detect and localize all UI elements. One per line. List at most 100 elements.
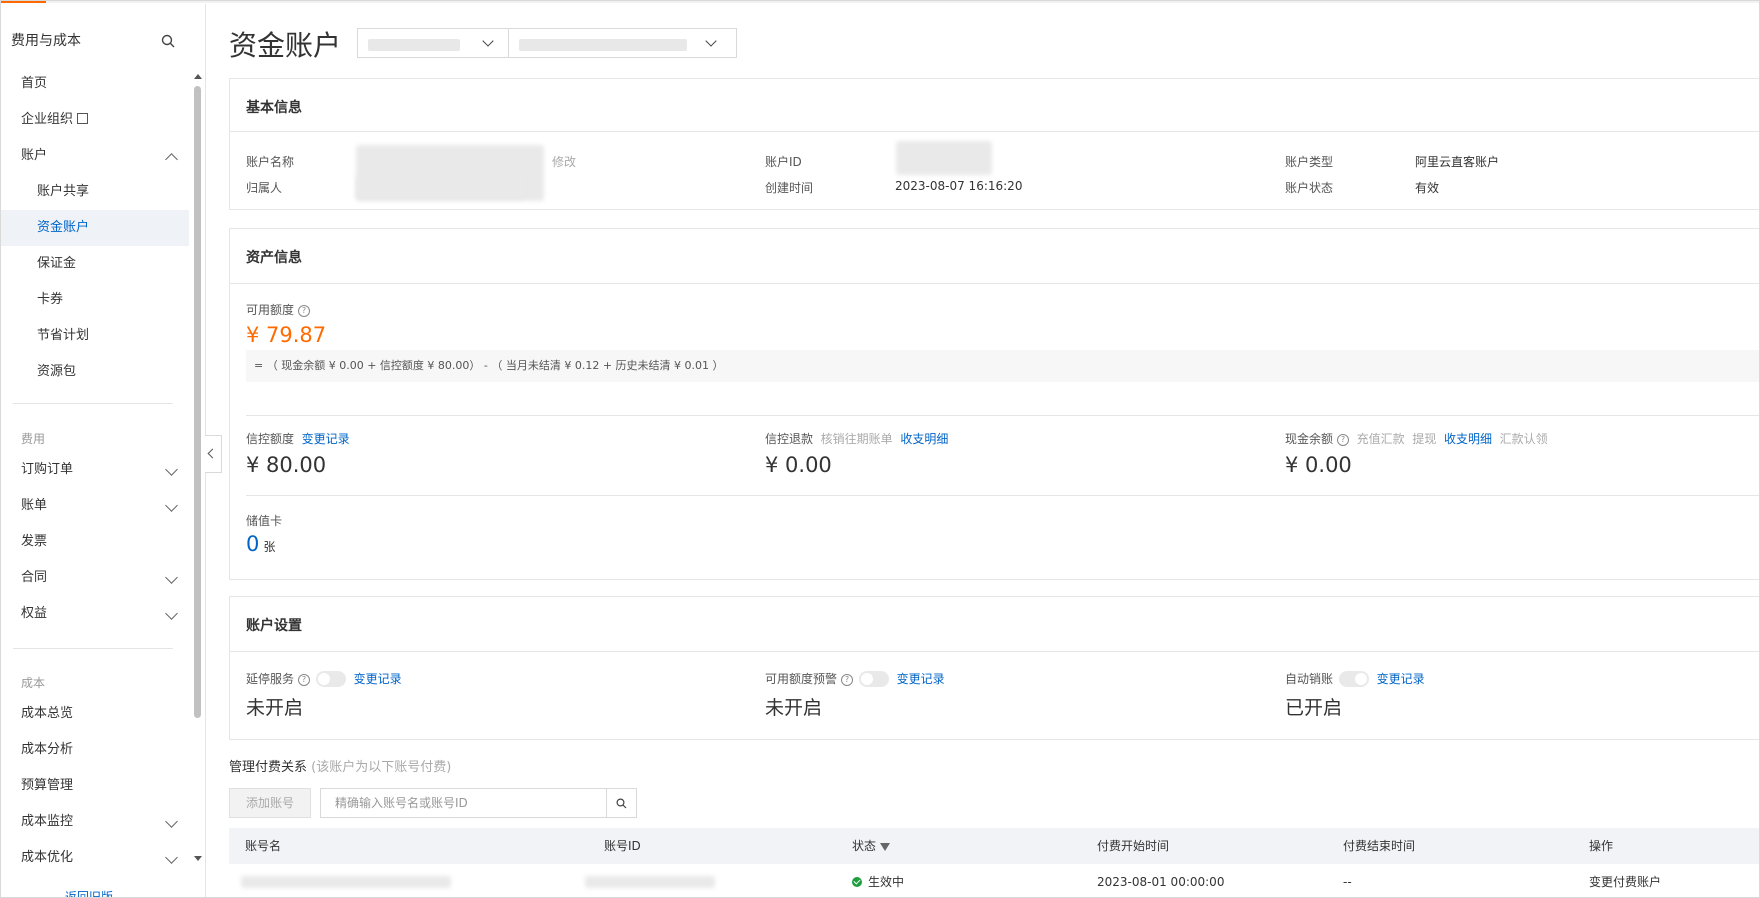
sidebar-item-invoice[interactable]: 发票: [1, 524, 189, 560]
sidebar-item-cost-analysis[interactable]: 成本分析: [1, 732, 189, 768]
nav-group-cost: 成本: [21, 676, 46, 690]
recharge-link[interactable]: 充值汇款: [1357, 432, 1405, 446]
search-button[interactable]: [607, 788, 637, 818]
sidebar-item-cost-overview[interactable]: 成本总览: [1, 696, 189, 732]
search-icon[interactable]: [161, 34, 175, 48]
alert-history-link[interactable]: 变更记录: [897, 672, 945, 686]
cash-value: ¥ 0.00: [1285, 453, 1352, 477]
stored-card-count[interactable]: 0: [246, 532, 259, 556]
credit-label-row: 信控额度 变更记录: [246, 430, 350, 447]
refund-label: 信控退款: [765, 432, 814, 446]
writeoff-bills-link[interactable]: 核销往期账单: [821, 432, 893, 446]
help-icon[interactable]: ?: [1337, 434, 1350, 446]
filter-icon[interactable]: [880, 843, 891, 851]
sidebar-item-enterprise[interactable]: 企业组织: [1, 102, 189, 138]
col-account-id: 账号ID: [604, 839, 641, 853]
writeoff-toggle[interactable]: [1339, 671, 1370, 687]
back-to-old-link[interactable]: 返回旧版: [65, 888, 113, 897]
basic-info-title: 基本信息: [246, 100, 302, 116]
sidebar-item-cost-monitor[interactable]: 成本监控: [1, 804, 189, 840]
nav-group-fee: 费用: [21, 432, 46, 446]
account-select-1[interactable]: [357, 28, 509, 58]
divider: [230, 651, 1759, 652]
delay-history-link[interactable]: 变更记录: [354, 672, 402, 686]
divider: [246, 495, 1759, 496]
payer-section-title: 管理付费关系 (该账户为以下账号付费): [229, 756, 451, 775]
sidebar-item-rights[interactable]: 权益: [1, 596, 189, 632]
scroll-down-icon[interactable]: [194, 856, 202, 861]
scrollbar-thumb[interactable]: [194, 86, 201, 718]
col-status[interactable]: 状态: [852, 828, 891, 864]
sidebar-item-contract[interactable]: 合同: [1, 560, 189, 596]
modify-link[interactable]: 修改: [552, 153, 576, 170]
remittance-claim-link[interactable]: 汇款认领: [1500, 432, 1548, 446]
delay-service-toggle[interactable]: [316, 671, 347, 687]
divider: [13, 648, 173, 649]
sidebar: 费用与成本 首页 企业组织 账户 账户共享 资金账户 保证金 卡券 节省计划 资…: [1, 4, 206, 897]
settings-title: 账户设置: [246, 618, 302, 634]
end-time-cell: --: [1343, 875, 1352, 889]
asset-info-card: 资产信息 可用额度? ¥ 79.87 = （ 现金余额 ¥ 0.00 + 信控额…: [229, 228, 1759, 580]
account-settings-card: 账户设置 延停服务? 变更记录 未开启 可用额度预警? 变更记录 未开启 自动销…: [229, 596, 1759, 740]
account-type-value: 阿里云直客账户: [1415, 155, 1500, 169]
stored-card-unit: 张: [263, 540, 276, 554]
delay-service-status: 未开启: [246, 697, 304, 719]
col-status-label: 状态: [852, 839, 877, 853]
status-text: 生效中: [868, 875, 905, 889]
sidebar-item-savings-plan[interactable]: 节省计划: [1, 318, 189, 354]
help-icon[interactable]: ?: [298, 674, 311, 686]
help-icon[interactable]: ?: [841, 674, 854, 686]
cash-label: 现金余额: [1285, 432, 1334, 446]
sidebar-item-account[interactable]: 账户: [1, 138, 189, 174]
sidebar-item-orders[interactable]: 订购订单: [1, 452, 189, 488]
account-search-input[interactable]: 精确输入账号名或账号ID: [320, 788, 607, 818]
credit-value: ¥ 80.00: [246, 453, 327, 477]
owner-blurred: [356, 177, 524, 199]
divider: [230, 131, 1759, 132]
sidebar-title: 费用与成本: [11, 33, 81, 49]
search-icon: [616, 798, 627, 809]
writeoff-history-link[interactable]: 变更记录: [1377, 672, 1425, 686]
external-link-icon: [77, 113, 89, 124]
scroll-up-icon[interactable]: [194, 74, 202, 79]
sidebar-item-bills[interactable]: 账单: [1, 488, 189, 524]
help-icon[interactable]: ?: [298, 305, 311, 317]
created-value: 2023-08-07 16:16:20: [895, 179, 1023, 193]
add-account-button[interactable]: 添加账号: [229, 788, 311, 818]
collapse-sidebar-button[interactable]: [205, 435, 222, 473]
alert-label: 可用额度预警: [765, 672, 838, 686]
sidebar-item-account-share[interactable]: 账户共享: [1, 174, 189, 210]
start-time-cell: 2023-08-01 00:00:00: [1097, 875, 1225, 889]
chevron-down-icon: [165, 851, 178, 864]
alert-status: 未开启: [765, 697, 823, 719]
account-status-value: 有效: [1415, 181, 1440, 195]
table-row: 生效中 2023-08-01 00:00:00 -- 变更付费账户: [229, 864, 1759, 897]
withdraw-link[interactable]: 提现: [1412, 432, 1436, 446]
sidebar-item-fund-account[interactable]: 资金账户: [1, 210, 189, 246]
sidebar-item-cost-optimize[interactable]: 成本优化: [1, 840, 189, 876]
change-payer-link[interactable]: 变更付费账户: [1589, 864, 1661, 897]
page-title: 资金账户: [229, 29, 342, 62]
account-select-2[interactable]: [508, 28, 737, 58]
sidebar-item-deposit[interactable]: 保证金: [1, 246, 189, 282]
app-frame: 费用与成本 首页 企业组织 账户 账户共享 资金账户 保证金 卡券 节省计划 资…: [0, 0, 1760, 898]
credit-history-link[interactable]: 变更记录: [302, 432, 350, 446]
alert-toggle[interactable]: [859, 671, 890, 687]
col-end-time: 付费结束时间: [1343, 839, 1416, 853]
basic-info-card: 基本信息 账户名称 修改 归属人 账户ID 创建时间 2023-08-07 16…: [229, 78, 1759, 210]
payer-subtitle: (该账户为以下账号付费): [311, 760, 452, 775]
sidebar-item-resource-pack[interactable]: 资源包: [1, 354, 189, 390]
payer-title: 管理付费关系: [229, 760, 308, 775]
divider: [246, 415, 1759, 416]
sidebar-item-budget[interactable]: 预算管理: [1, 768, 189, 804]
account-name-blurred: [241, 876, 451, 888]
sidebar-item-label: 企业组织: [21, 112, 74, 127]
check-circle-icon: [852, 877, 862, 887]
delay-service-row: 延停服务? 变更记录: [246, 670, 402, 687]
sidebar-item-coupons[interactable]: 卡券: [1, 282, 189, 318]
cash-detail-link[interactable]: 收支明细: [1444, 432, 1492, 446]
sidebar-scrollbar[interactable]: [193, 66, 203, 866]
chevron-up-icon: [165, 153, 178, 166]
sidebar-item-home[interactable]: 首页: [1, 66, 189, 102]
refund-detail-link[interactable]: 收支明细: [900, 432, 948, 446]
